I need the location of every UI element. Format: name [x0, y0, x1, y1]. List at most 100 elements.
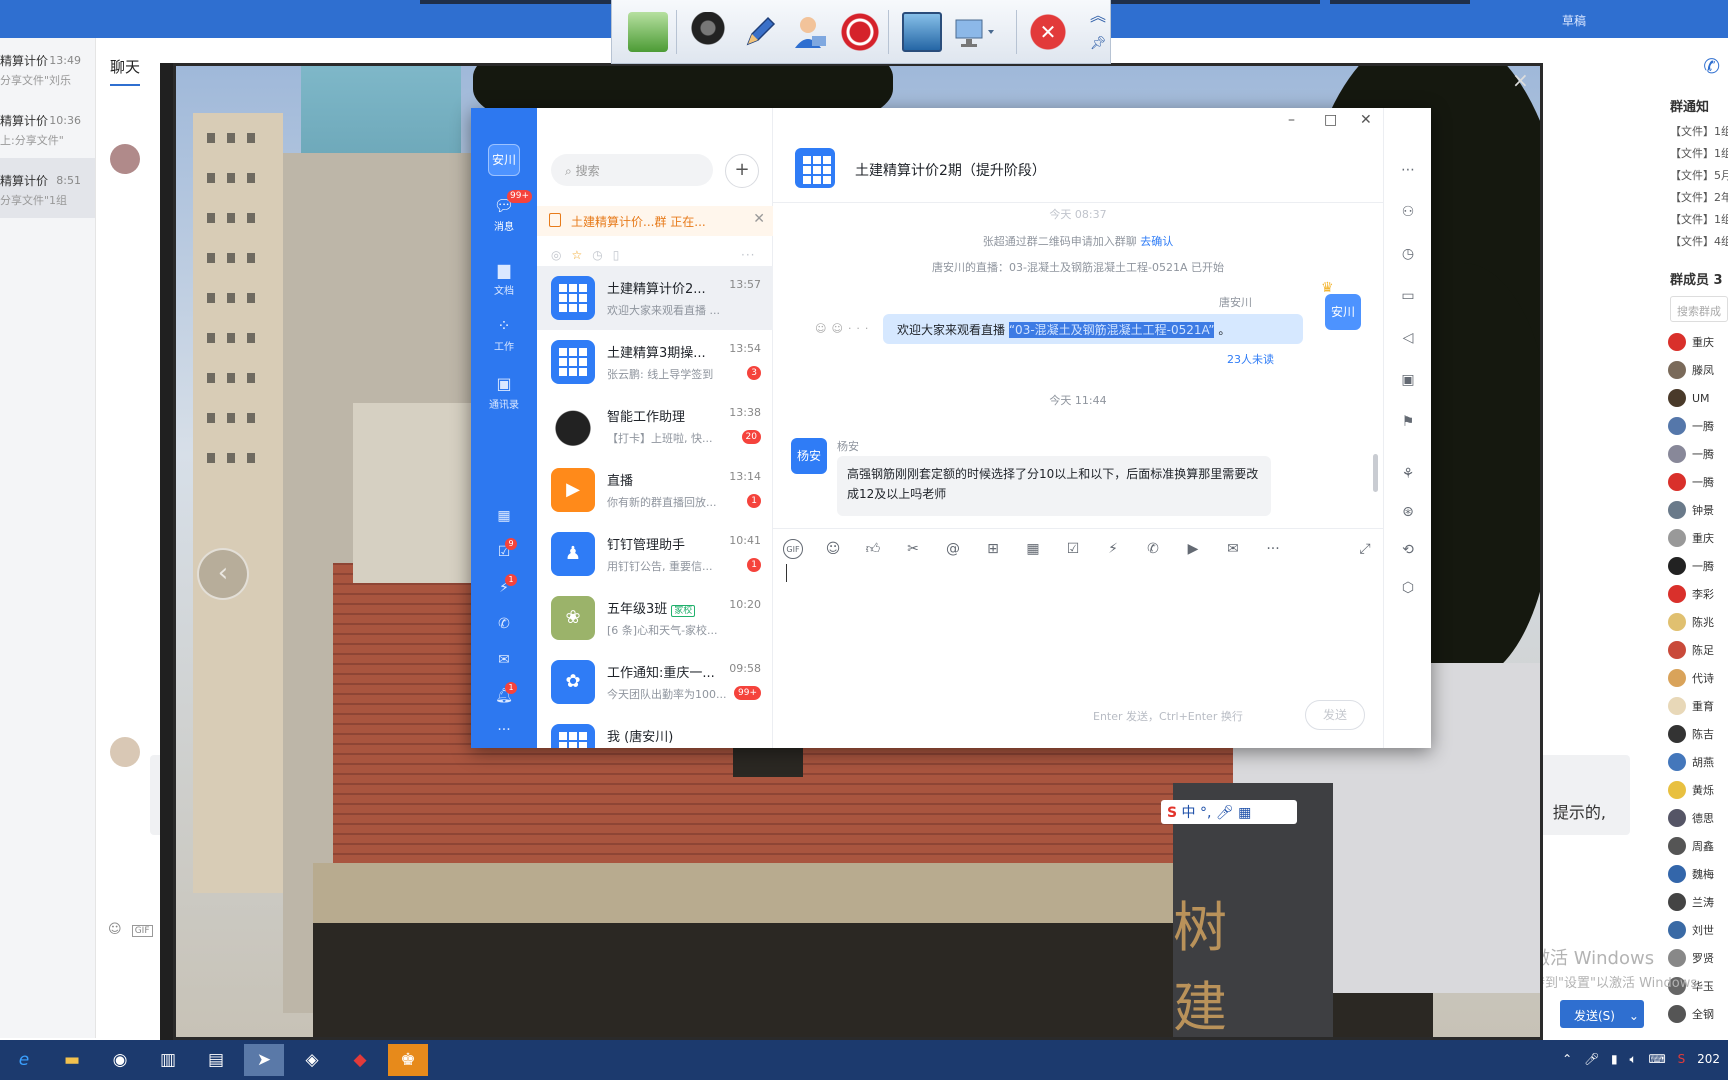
- doc-icon[interactable]: ▯: [613, 248, 630, 262]
- conversation-item[interactable]: ✿ 工作通知:重庆一... 09:58 今天团队出勤率为100... 99+: [537, 650, 773, 714]
- outer-conversation-item[interactable]: 精算计价 13:49 分享文件"刘乐: [0, 38, 95, 98]
- member-item[interactable]: 重庆: [1668, 524, 1728, 552]
- monitor-dropdown-icon[interactable]: [952, 12, 994, 52]
- nav-contacts[interactable]: ▣ 通讯录: [471, 374, 537, 411]
- gif-icon[interactable]: GIF: [783, 539, 803, 559]
- app-icon[interactable]: ▤: [196, 1044, 236, 1076]
- notice-item[interactable]: 【文件】1组: [1670, 211, 1728, 233]
- notice-item[interactable]: 【文件】5月: [1670, 167, 1728, 189]
- member-item[interactable]: 一腾: [1668, 412, 1728, 440]
- phone-icon[interactable]: ✆: [1703, 54, 1720, 78]
- at-icon[interactable]: ◎: [551, 248, 571, 262]
- call-icon[interactable]: ✆: [1143, 539, 1163, 559]
- avatar[interactable]: [110, 737, 140, 767]
- ime-punct-icon[interactable]: °,: [1200, 805, 1211, 821]
- confirm-link[interactable]: 去确认: [1140, 235, 1173, 248]
- avatar[interactable]: 杨安: [791, 438, 827, 474]
- conversation-item[interactable]: 土建精算计价2... 13:57 欢迎大家来观看直播 ...: [537, 266, 773, 330]
- nav-work[interactable]: ⁘ 工作: [471, 316, 537, 353]
- ie-icon[interactable]: e: [4, 1044, 44, 1076]
- reply-icon[interactable]: ☺: [831, 322, 847, 335]
- member-item[interactable]: 重育: [1668, 692, 1728, 720]
- notice-item[interactable]: 【文件】2年: [1670, 189, 1728, 211]
- sync-icon[interactable]: ⟲: [1398, 540, 1418, 560]
- volume-icon[interactable]: 🔈︎: [1629, 1052, 1636, 1066]
- pin-icon[interactable]: 📌︎: [1086, 36, 1110, 60]
- scrollbar[interactable]: [1373, 454, 1378, 492]
- todo-icon[interactable]: ☑ 9: [493, 538, 517, 566]
- outer-conversation-item[interactable]: 精算计价 10:36 上:分享文件": [0, 98, 95, 158]
- previous-image-button[interactable]: ‹: [197, 548, 249, 600]
- phone-icon[interactable]: ✆: [493, 616, 515, 638]
- conversation-item[interactable]: ♟ 钉钉管理助手 10:41 用钉钉公告, 重要信... 1: [537, 522, 773, 586]
- ime-mode[interactable]: 中: [1182, 805, 1196, 821]
- member-item[interactable]: 钟景: [1668, 496, 1728, 524]
- member-item[interactable]: 刘世: [1668, 916, 1728, 944]
- mail-icon[interactable]: ✉: [1223, 539, 1243, 559]
- close-icon[interactable]: ×: [1512, 68, 1529, 92]
- mention-icon[interactable]: @: [943, 539, 963, 559]
- files-icon[interactable]: ▭: [1398, 286, 1418, 306]
- like-icon[interactable]: 👍︎: [863, 539, 883, 559]
- ime-icon[interactable]: S: [1678, 1052, 1686, 1066]
- member-item[interactable]: 周鑫: [1668, 832, 1728, 860]
- member-item[interactable]: 重庆: [1668, 328, 1728, 356]
- outer-send-button[interactable]: 发送(S) ⌄: [1560, 1000, 1644, 1028]
- chat-title[interactable]: 土建精算计价2期（提升阶段）: [855, 160, 1046, 180]
- member-item[interactable]: 陈足: [1668, 636, 1728, 664]
- text-cursor[interactable]: [786, 564, 787, 582]
- avatar[interactable]: 安川: [1325, 294, 1361, 330]
- member-item[interactable]: 全钢: [1668, 1000, 1728, 1028]
- member-item[interactable]: 滕凤: [1668, 356, 1728, 384]
- scissors-icon[interactable]: ✂: [903, 539, 923, 559]
- more-icon[interactable]: ⋯: [1398, 160, 1418, 180]
- more-icon[interactable]: ···: [493, 722, 515, 744]
- microphone-icon[interactable]: 🎤︎: [1216, 805, 1234, 821]
- flag-icon[interactable]: ⚑: [1398, 412, 1418, 432]
- more-icon[interactable]: ···: [848, 322, 874, 335]
- ime-keyboard-icon[interactable]: ▦: [1238, 805, 1251, 821]
- nav-messages[interactable]: 💬︎ 消息 99+: [471, 190, 537, 233]
- add-button[interactable]: +: [725, 154, 759, 188]
- add-member-icon[interactable]: ⚇: [1398, 202, 1418, 222]
- ding-icon[interactable]: ⚡: [1103, 539, 1123, 559]
- live-icon[interactable]: ▶: [1183, 539, 1203, 559]
- conversation-item[interactable]: 智能工作助理 13:38 【打卡】上班啦, 快... 20: [537, 394, 773, 458]
- message-bubble[interactable]: 高强钢筋刚刚套定额的时候选择了分10以上和以下，后面标准换算那里需要改成12及以…: [837, 456, 1271, 516]
- star-icon[interactable]: ☆: [571, 248, 592, 262]
- ime-toolbar[interactable]: S 中 °, 🎤︎ ▦: [1161, 800, 1297, 824]
- notice-item[interactable]: 【文件】4组: [1670, 233, 1728, 255]
- member-item[interactable]: 黄烁: [1668, 776, 1728, 804]
- participant-icon[interactable]: [790, 12, 830, 52]
- emoji-icon[interactable]: ☺: [108, 922, 122, 937]
- member-item[interactable]: 魏梅: [1668, 860, 1728, 888]
- announcement-icon[interactable]: ◁: [1398, 328, 1418, 348]
- emoji-icon[interactable]: ☺: [815, 322, 831, 335]
- translate-icon[interactable]: ⊛: [1398, 502, 1418, 522]
- display-icon[interactable]: [902, 12, 942, 52]
- member-item[interactable]: 一腾: [1668, 440, 1728, 468]
- conversation-item[interactable]: 我 (唐安川): [537, 714, 773, 748]
- apps-icon[interactable]: ⚘: [1398, 464, 1418, 484]
- more-icon[interactable]: ···: [741, 248, 755, 262]
- live-banner[interactable]: 土建精算计价...群 正在... ✕: [537, 206, 773, 236]
- user-avatar[interactable]: 安川: [488, 144, 520, 176]
- folder-icon[interactable]: ⊞: [983, 539, 1003, 559]
- minimize-icon[interactable]: –: [1288, 112, 1295, 128]
- close-icon[interactable]: ✕: [753, 211, 765, 227]
- unread-count-link[interactable]: 23人未读: [1227, 351, 1274, 367]
- record-icon[interactable]: [840, 12, 880, 52]
- mail-icon[interactable]: ✉: [493, 652, 515, 674]
- ding-icon[interactable]: ⚡ 1: [493, 574, 517, 602]
- more-icon[interactable]: ···: [1263, 539, 1283, 559]
- my-message-bubble[interactable]: 欢迎大家来观看直播 “03-混凝土及钢筋混凝土工程-0521A” 。: [883, 314, 1303, 344]
- keyboard-icon[interactable]: ⌨: [1648, 1052, 1665, 1066]
- close-icon[interactable]: ✕: [1360, 112, 1372, 128]
- maximize-icon[interactable]: □: [1324, 112, 1337, 128]
- expand-icon[interactable]: ⤢: [1355, 539, 1375, 559]
- member-item[interactable]: 兰涛: [1668, 888, 1728, 916]
- pen-icon[interactable]: [740, 12, 780, 52]
- draft-label[interactable]: 草稿: [1562, 12, 1586, 29]
- group-avatar[interactable]: [795, 148, 835, 188]
- microphone-icon[interactable]: 🎤︎: [1584, 1052, 1599, 1066]
